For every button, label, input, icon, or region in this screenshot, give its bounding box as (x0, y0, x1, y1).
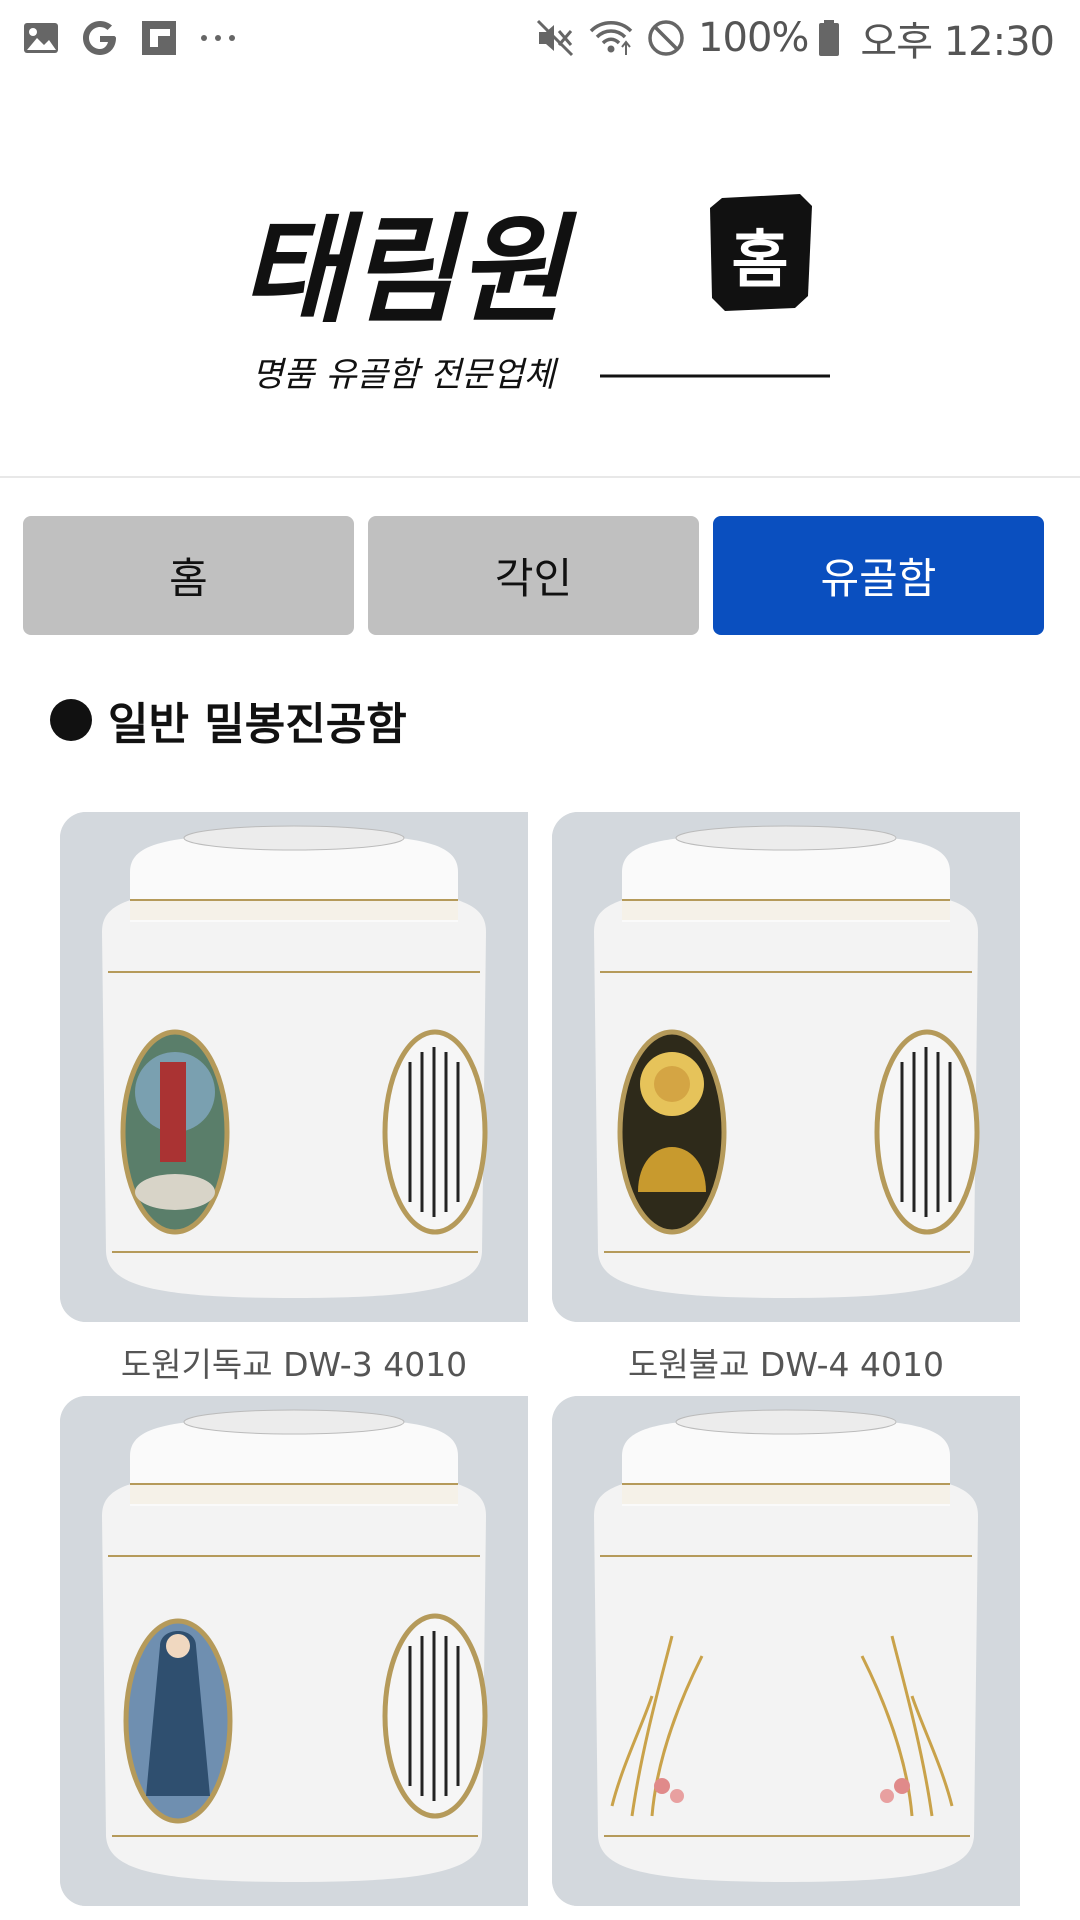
logo-tagline: 명품 유골함 전문업체 (252, 355, 559, 395)
status-bar-right: 100% 오후 12:30 (534, 10, 1055, 66)
logo-title: 태림원 (240, 200, 577, 339)
google-icon (80, 18, 120, 58)
product-grid: 도원기독교 DW-3 4010 도원불교 DW-4 4010 (60, 812, 1020, 1920)
logo-header: 태림원 홈 명품 유골함 전문업체 (0, 76, 1080, 478)
clock: 오후 12:30 (860, 19, 1055, 65)
battery-percent: 100% (698, 15, 809, 61)
flipboard-icon (140, 19, 178, 57)
tab-home[interactable]: 홈 (23, 516, 354, 635)
logo-seal-text: 홈 (731, 223, 788, 296)
status-bar: 100% 오후 12:30 (0, 0, 1080, 76)
christian-urn-image[interactable] (60, 812, 528, 1322)
dnd-icon (646, 18, 686, 58)
product-caption[interactable]: 도원기독교 DW-3 4010 (60, 1338, 528, 1386)
more-dots-icon (198, 28, 238, 48)
wifi-icon (588, 17, 634, 59)
status-bar-left (22, 14, 258, 62)
tab-engraving[interactable]: 각인 (368, 516, 699, 635)
tab-urn[interactable]: 유골함 (713, 516, 1044, 635)
section-heading: 일반 밀봉진공함 (50, 690, 407, 750)
gallery-icon (22, 19, 60, 57)
section-title: 일반 밀봉진공함 (108, 699, 407, 750)
bullet-icon (50, 699, 92, 741)
buddhist-urn-image[interactable] (552, 812, 1020, 1322)
battery-icon (818, 19, 840, 57)
catholic-urn-image[interactable] (60, 1396, 528, 1906)
product-caption[interactable]: 도원불교 DW-4 4010 (552, 1338, 1020, 1386)
nav-tabs: 홈 각인 유골함 (23, 516, 1057, 636)
orchid-urn-image[interactable] (552, 1396, 1020, 1906)
mute-icon (534, 17, 576, 59)
logo-seal: 홈 (710, 194, 812, 311)
brand-logo: 태림원 홈 명품 유골함 전문업체 (240, 194, 830, 395)
